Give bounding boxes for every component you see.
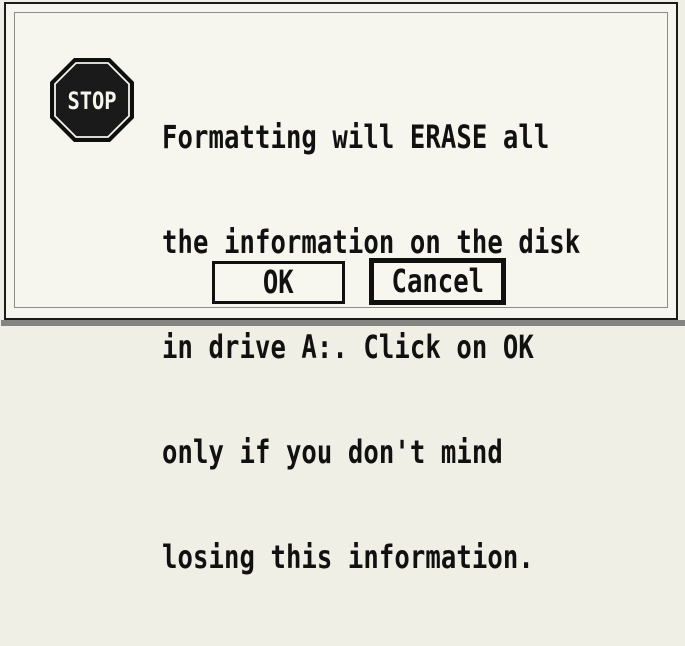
message-line-5: losing this information. (162, 538, 534, 576)
dialog-message: Formatting will ERASE all the informatio… (162, 50, 581, 645)
ok-button[interactable]: OK (212, 261, 345, 304)
format-warning-dialog: STOP Formatting will ERASE all the infor… (1, 2, 685, 575)
message-line-2: the information on the disk (162, 223, 581, 261)
stop-sign-icon: STOP (50, 58, 134, 142)
stop-icon-label: STOP (67, 87, 116, 115)
ok-button-label: OK (263, 263, 294, 301)
message-line-4: only if you don't mind (162, 433, 503, 471)
cancel-button-label: Cancel (391, 262, 484, 300)
message-line-1: Formatting will ERASE all (162, 118, 550, 156)
message-line-3: in drive A:. Click on OK (162, 328, 534, 366)
cancel-button[interactable]: Cancel (369, 258, 506, 305)
